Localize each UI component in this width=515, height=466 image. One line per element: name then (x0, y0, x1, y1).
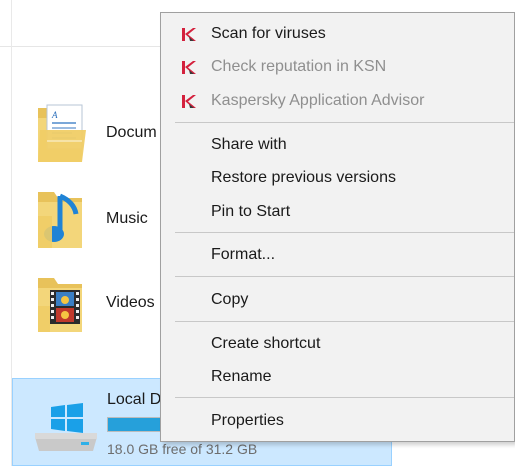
screen: A Docum Music Videos Local D 18.0 GB fre… (0, 0, 515, 466)
menu-label: Scan for viruses (211, 25, 326, 42)
documents-folder-icon: A (38, 104, 86, 162)
menu-label: Format... (211, 246, 276, 263)
menu-label: Create shortcut (211, 335, 321, 352)
menu-label: Restore previous versions (211, 169, 396, 186)
menu-label: Share with (211, 136, 287, 153)
menu-label: Check reputation in KSN (211, 58, 387, 75)
menu-separator (175, 321, 514, 322)
menu-label: Properties (211, 412, 284, 429)
drive-name: Local D (107, 391, 162, 408)
menu-item-create-shortcut[interactable]: Create shortcut (161, 328, 514, 360)
folder-label-music: Music (106, 210, 148, 227)
menu-item-check-reputation[interactable]: Check reputation in KSN (161, 51, 514, 83)
menu-item-application-advisor[interactable]: Kaspersky Application Advisor (161, 85, 514, 117)
folder-label-documents: Docum (106, 124, 157, 141)
videos-folder-icon (38, 278, 82, 332)
menu-item-copy[interactable]: Copy (161, 284, 514, 316)
menu-item-share-with[interactable]: Share with (161, 129, 514, 161)
menu-label: Copy (211, 291, 249, 308)
kaspersky-icon (182, 95, 196, 108)
menu-item-format[interactable]: Format... (161, 239, 514, 271)
menu-label: Rename (211, 368, 272, 385)
menu-separator (175, 232, 514, 233)
folder-label-videos: Videos (106, 294, 155, 311)
kaspersky-icon (182, 61, 196, 74)
windows-drive-icon (35, 403, 97, 451)
menu-separator (175, 276, 514, 277)
kaspersky-icon (182, 28, 196, 41)
menu-item-properties[interactable]: Properties (161, 405, 514, 437)
menu-item-pin-to-start[interactable]: Pin to Start (161, 196, 514, 228)
menu-separator (175, 122, 514, 123)
music-folder-icon (38, 192, 82, 248)
menu-separator (175, 397, 514, 398)
menu-label: Pin to Start (211, 203, 291, 220)
svg-text:A: A (51, 110, 58, 120)
menu-item-rename[interactable]: Rename (161, 361, 514, 393)
context-menu: Scan for viruses Check reputation in KSN… (160, 12, 515, 442)
menu-item-restore-previous-versions[interactable]: Restore previous versions (161, 162, 514, 194)
menu-label: Kaspersky Application Advisor (211, 92, 425, 109)
drive-free-space: 18.0 GB free of 31.2 GB (107, 441, 258, 457)
menu-item-scan-for-viruses[interactable]: Scan for viruses (161, 18, 514, 50)
